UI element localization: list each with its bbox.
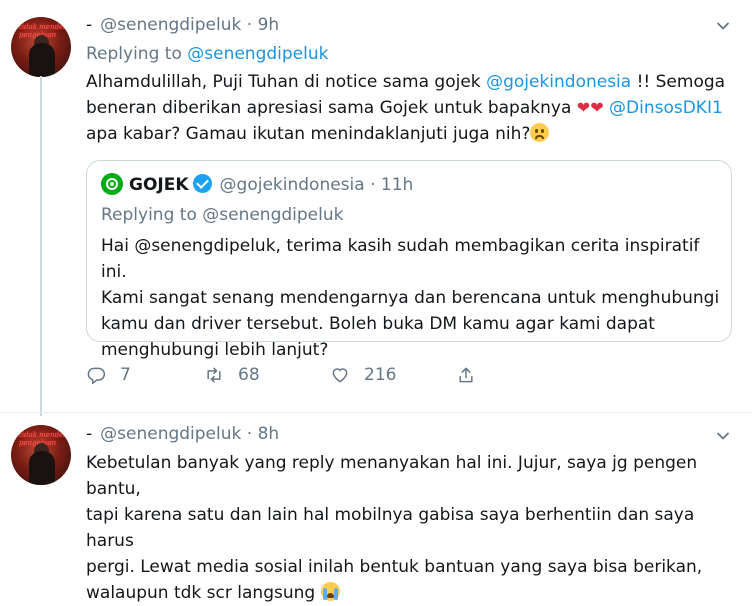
time-separator: · — [246, 424, 253, 444]
tweet-text-line: Alhamdulillah, Puji Tuhan di notice sama… — [86, 72, 726, 92]
tweet-text-line: walaupun tdk scr langsung — [86, 580, 736, 606]
quoted-author-handle: @gojekindonesia — [219, 175, 365, 195]
tweet-text-line: Kebetulan banyak yang reply menanyakan h… — [86, 453, 698, 499]
tweet-time[interactable]: 8h — [258, 424, 280, 444]
chevron-down-icon[interactable] — [716, 429, 730, 443]
avatar-figure — [29, 451, 55, 485]
reply-count: 7 — [120, 365, 131, 385]
tweet-text-line: apa kabar? Gamau ikutan menindaklanjuti … — [86, 121, 736, 147]
tweet-2[interactable]: tidak mendekpengeluan -@senengdipeluk · … — [0, 413, 752, 603]
quoted-text-line: menghubungi lebih lanjut? — [101, 340, 329, 360]
tweet-time[interactable]: 9h — [258, 15, 280, 35]
quoted-text-line: kamu dan driver tersebut. Boleh buka DM … — [101, 314, 655, 334]
reply-icon — [87, 367, 106, 385]
retweet-icon — [207, 367, 221, 383]
author-handle[interactable]: @senengdipeluk — [100, 15, 241, 35]
tweet-header: - @senengdipeluk · 9h — [86, 15, 279, 35]
quoted-tweet-text: Hai @senengdipeluk, terima kasih sudah m… — [101, 233, 721, 363]
replying-to: Replying to @senengdipeluk — [86, 44, 329, 64]
like-button[interactable]: 216 — [330, 362, 396, 388]
gojek-logo-icon — [101, 173, 123, 195]
mention-gojekindonesia[interactable]: @gojekindonesia — [486, 72, 631, 92]
heart-outline-icon — [332, 368, 348, 383]
author-handle[interactable]: @senengdipeluk — [100, 424, 241, 444]
tweet-text-line: tapi karena satu dan lain hal mobilnya g… — [86, 505, 695, 551]
quoted-tweet[interactable]: GOJEK @gojekindonesia · 11h Replying to @… — [86, 160, 732, 360]
tweet-text-line: beneran diberikan apresiasi sama Gojek u… — [86, 95, 736, 121]
reply-button[interactable]: 7 — [86, 362, 131, 388]
red-heart-emoji: ❤❤ — [576, 98, 604, 117]
share-button[interactable] — [456, 362, 490, 388]
user-avatar[interactable]: tidak mendekpengeluan — [11, 425, 71, 485]
retweet-button[interactable]: 68 — [204, 362, 260, 388]
thread-connector-line — [40, 76, 42, 416]
quoted-tweet-time: 11h — [380, 175, 414, 195]
tweet-1[interactable]: tidak mendekpengeluan -@senengdipeluk · … — [0, 0, 752, 416]
quoted-tweet-header: GOJEK @gojekindonesia · 11h — [101, 173, 413, 199]
verified-badge-icon — [192, 174, 212, 193]
quoted-text-line: Hai @senengdipeluk, terima kasih sudah m… — [101, 236, 700, 282]
tweet-text-line: pergi. Lewat media sosial inilah bentuk … — [86, 557, 703, 577]
mention-dinsosdki1[interactable]: @DinsosDKI1 — [609, 98, 723, 118]
crying-face-emoji — [320, 582, 340, 601]
avatar-figure — [29, 43, 55, 77]
frowning-face-emoji — [530, 123, 550, 142]
tweet-text: Alhamdulillah, Puji Tuhan di notice sama… — [86, 69, 736, 147]
time-separator: · — [370, 175, 376, 195]
retweet-count: 68 — [238, 365, 260, 385]
author-name[interactable]: - — [86, 15, 92, 35]
tweet-text: Kebetulan banyak yang reply menanyakan h… — [86, 450, 736, 606]
author-name[interactable]: - — [86, 424, 92, 444]
replying-to-handle[interactable]: @senengdipeluk — [187, 44, 328, 64]
user-avatar[interactable]: tidak mendekpengeluan — [11, 17, 71, 77]
tweet-header: - @senengdipeluk · 8h — [86, 424, 279, 444]
like-count: 216 — [364, 365, 397, 385]
quoted-author-name: GOJEK — [129, 175, 189, 195]
share-icon — [459, 367, 473, 383]
quoted-replying-to: Replying to @senengdipeluk — [101, 205, 344, 225]
chevron-down-icon[interactable] — [716, 19, 730, 33]
quoted-text-line: Kami sangat senang mendengarnya dan bere… — [101, 288, 720, 308]
time-separator: · — [246, 15, 253, 35]
